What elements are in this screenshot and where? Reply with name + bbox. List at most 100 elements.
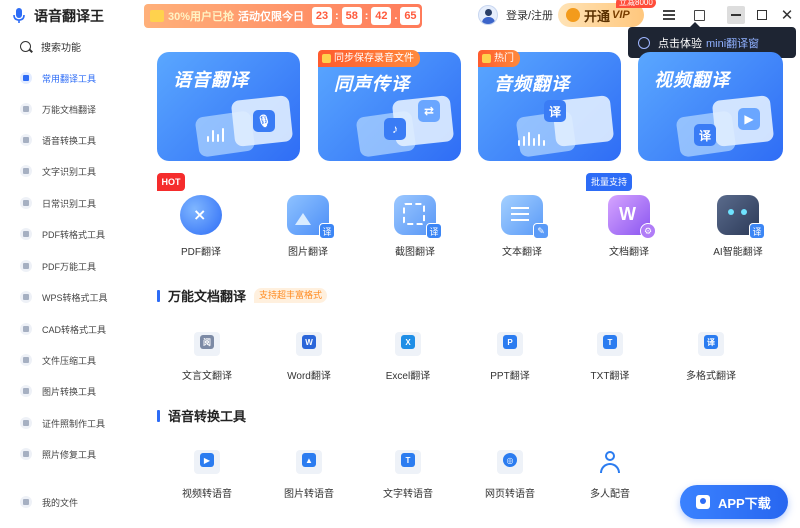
vip-discount-badge: 立减8000	[616, 0, 656, 8]
banner-voice-translate[interactable]: 语音翻译 🎙	[157, 52, 300, 161]
sidebar: 搜索功能 常用翻译工具 万能文档翻译 语音转换工具 文字识别工具 日常识别工具 …	[0, 32, 140, 528]
compress-icon	[20, 354, 32, 366]
document-icon	[20, 103, 32, 115]
countdown-hours: 23	[312, 7, 333, 25]
ai-translate-tool[interactable]: 译 AI智能翻译	[698, 195, 778, 258]
sidebar-item-common-tools[interactable]: 常用翻译工具	[14, 67, 134, 89]
item-label: 图片转语音	[284, 489, 334, 500]
section-doc-translate: 万能文档翻译 支持超丰富格式	[157, 286, 328, 305]
translate-glyph-icon: 译	[544, 100, 566, 122]
video-to-speech[interactable]: ▶ 视频转语音	[162, 450, 252, 500]
ppt-icon: P	[497, 332, 523, 356]
photo-repair-icon	[20, 448, 32, 460]
search-function[interactable]: 搜索功能	[20, 39, 81, 54]
format-support-badge: 支持超丰富格式	[254, 288, 328, 303]
item-label: 多人配音	[590, 489, 630, 500]
sidebar-item-compress[interactable]: 文件压缩工具	[14, 349, 134, 371]
pdf-tools-icon	[20, 260, 32, 272]
voice-icon	[20, 134, 32, 146]
excel-translate[interactable]: X Excel翻译	[363, 332, 453, 382]
sidebar-item-voice-tools[interactable]: 语音转换工具	[14, 129, 134, 151]
webpage-to-speech[interactable]: ◎ 网页转语音	[465, 450, 555, 500]
sidebar-item-wps-convert[interactable]: WPS转格式工具	[14, 286, 134, 308]
multi-format-translate[interactable]: 译 多格式翻译	[666, 332, 756, 382]
sidebar-item-id-photo[interactable]: 证件照制作工具	[14, 412, 134, 434]
txt-translate[interactable]: T TXT翻译	[565, 332, 655, 382]
section-title: 语音转换工具	[168, 409, 247, 424]
ppt-translate[interactable]: P PPT翻译	[465, 332, 555, 382]
countdown-ms: 65	[400, 7, 421, 25]
video-to-speech-icon: ▶	[194, 450, 220, 474]
classical-chinese-icon: 阅	[194, 332, 220, 356]
close-icon[interactable]: ✕	[778, 6, 796, 24]
banner-simultaneous-interpretation[interactable]: 同声传译 ♪ ⇄	[318, 52, 461, 161]
sidebar-item-doc-translate[interactable]: 万能文档翻译	[14, 98, 134, 120]
globe-icon: ◎	[497, 450, 523, 474]
microphone-logo-icon	[13, 8, 25, 23]
section-title: 万能文档翻译	[168, 289, 247, 304]
app-download-button[interactable]: APP下载	[680, 485, 788, 519]
banner-title: 语音翻译	[173, 70, 249, 90]
item-label: Excel翻译	[385, 371, 431, 382]
pdf-translate-tool[interactable]: ⨯ PDF翻译	[161, 195, 241, 258]
user-login[interactable]: 登录/注册	[478, 5, 553, 25]
item-label: TXT翻译	[590, 371, 630, 382]
sidebar-item-image-convert[interactable]: 图片转换工具	[14, 380, 134, 402]
countdown-minutes: 58	[341, 7, 362, 25]
sidebar-item-ocr[interactable]: 文字识别工具	[14, 160, 134, 182]
text-to-speech[interactable]: T 文字转语音	[363, 450, 453, 500]
people-icon	[597, 450, 623, 474]
banner-video-translate[interactable]: 视频翻译 译 ▶	[638, 52, 783, 161]
minimize-icon[interactable]	[727, 6, 745, 24]
gift-icon	[150, 10, 164, 22]
swap-arrows-icon: ⇄	[418, 100, 440, 122]
batch-support-badge: 批量支持	[586, 173, 633, 191]
image-translate-tool[interactable]: 译 图片翻译	[268, 195, 348, 258]
multi-format-icon: 译	[698, 332, 724, 356]
tool-label: AI智能翻译	[713, 247, 763, 258]
sidebar-item-my-files[interactable]: 我的文件	[14, 491, 134, 513]
sidebar-item-daily-recognition[interactable]: 日常识别工具	[14, 192, 134, 214]
vip-suffix: VIP	[612, 9, 630, 21]
brand: 语音翻译王	[12, 6, 104, 26]
tool-label: 文本翻译	[502, 247, 542, 258]
word-icon: W	[296, 332, 322, 356]
play-icon: ▶	[738, 108, 760, 130]
item-label: 视频转语音	[182, 489, 232, 500]
translate-icon	[20, 72, 32, 84]
image-to-speech[interactable]: ▲ 图片转语音	[264, 450, 354, 500]
classical-chinese-translate[interactable]: 阅 文言文翻译	[162, 332, 252, 382]
sidebar-item-cad-convert[interactable]: CAD转格式工具	[14, 318, 134, 340]
audio-waveform-icon	[518, 130, 548, 146]
translate-glyph-icon: 译	[694, 124, 716, 146]
multi-voice-dubbing[interactable]: 多人配音	[565, 450, 655, 500]
screenshot-translate-tool[interactable]: 译 截图翻译	[375, 195, 455, 258]
waveform-icon	[207, 126, 227, 142]
banner-title: 同声传译	[334, 74, 410, 94]
record-icon	[322, 54, 331, 63]
login-link[interactable]: 登录/注册	[506, 7, 553, 23]
fire-icon	[482, 54, 491, 63]
banner-audio-translate[interactable]: 音频翻译 译	[478, 52, 621, 161]
screenshot-icon: 译	[394, 195, 442, 239]
mini-window-icon-small	[638, 36, 650, 49]
hot-badge: HOT	[157, 173, 185, 191]
pdf-icon	[20, 228, 32, 240]
word-translate[interactable]: W Word翻译	[264, 332, 354, 382]
menu-icon[interactable]	[660, 6, 678, 24]
folder-icon	[20, 496, 32, 508]
item-label: Word翻译	[287, 371, 331, 382]
maximize-icon[interactable]	[753, 6, 771, 24]
document-translate-tool[interactable]: W ⚙ 文档翻译	[589, 195, 669, 258]
countdown-seconds: 42	[371, 7, 392, 25]
cad-icon	[20, 323, 32, 335]
promo-banner[interactable]: 30%用户已抢 活动仅限今日 23 : 58 : 42 . 65	[144, 4, 422, 28]
sidebar-item-photo-repair[interactable]: 照片修复工具	[14, 443, 134, 465]
text-to-speech-icon: T	[395, 450, 421, 474]
text-translate-tool[interactable]: ✎ 文本翻译	[482, 195, 562, 258]
sidebar-item-pdf-convert[interactable]: PDF转格式工具	[14, 223, 134, 245]
word-document-icon: W ⚙	[608, 195, 656, 239]
mini-tip-text: 点击体验	[658, 37, 702, 50]
tool-label: 图片翻译	[288, 247, 328, 258]
sidebar-item-pdf-tools[interactable]: PDF万能工具	[14, 255, 134, 277]
